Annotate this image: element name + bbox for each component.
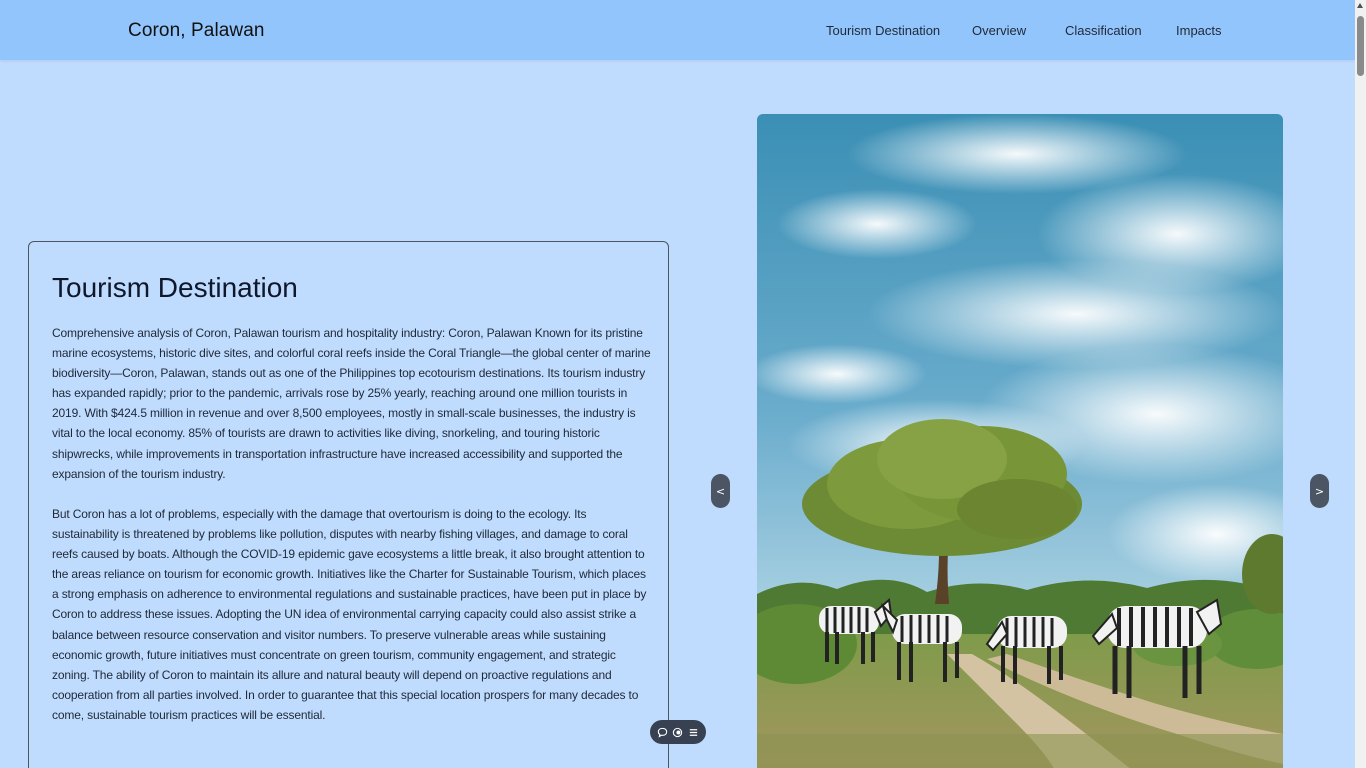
nav-link-tourism-destination[interactable]: Tourism Destination [826, 23, 940, 38]
toggle-icon[interactable] [672, 726, 684, 738]
floating-toolbar [650, 720, 706, 744]
zebras-landscape-image [757, 114, 1283, 768]
tourism-destination-card: Tourism Destination Comprehensive analys… [28, 241, 669, 768]
section-title: Tourism Destination [52, 272, 298, 303]
navbar: Coron, Palawan Tourism Destination Overv… [0, 0, 1355, 60]
carousel-next-button[interactable]: > [1310, 474, 1329, 508]
nav-link-impacts[interactable]: Impacts [1176, 23, 1222, 38]
carousel-image [757, 114, 1283, 768]
site-brand[interactable]: Coron, Palawan [128, 20, 265, 42]
section-paragraph-2: But Coron has a lot of problems, especia… [52, 507, 647, 722]
section-paragraph-1: Comprehensive analysis of Coron, Palawan… [52, 326, 651, 481]
nav-link-classification[interactable]: Classification [1065, 23, 1142, 38]
page-scrollbar[interactable] [1355, 0, 1366, 768]
menu-icon[interactable] [687, 726, 699, 738]
comment-icon[interactable] [657, 726, 669, 738]
nav-link-overview[interactable]: Overview [972, 23, 1026, 38]
carousel-prev-button[interactable]: < [711, 474, 730, 508]
scrollbar-thumb[interactable] [1357, 16, 1364, 76]
scroll-up-arrow-icon[interactable] [1357, 3, 1363, 8]
